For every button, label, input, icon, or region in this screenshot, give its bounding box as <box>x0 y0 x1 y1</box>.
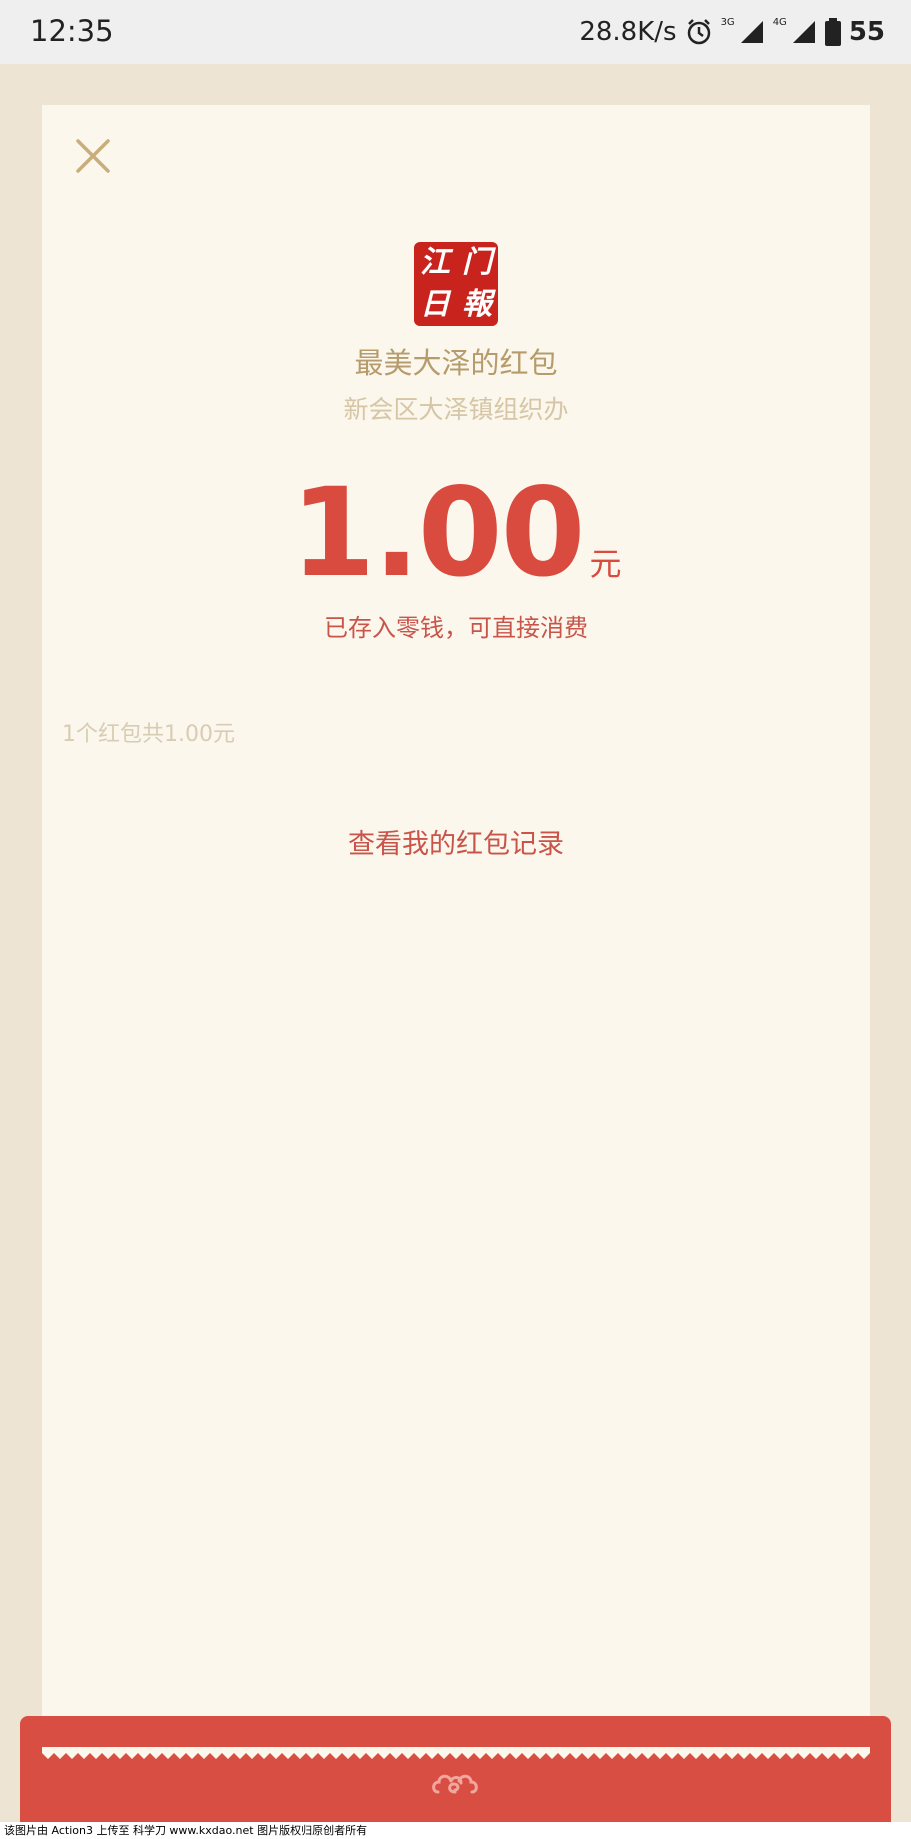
sender-logo: 江 门 日 報 <box>414 242 498 326</box>
amount-row: 1.00 元 <box>42 462 870 604</box>
logo-char: 日 <box>420 287 450 322</box>
status-indicators: 28.8K/s 3G 4G 55 <box>579 12 885 52</box>
status-bar: 12:35 28.8K/s 3G 4G 55 <box>0 0 911 64</box>
logo-char: 報 <box>462 287 492 322</box>
amount-value: 1.00 <box>290 462 585 604</box>
battery-icon <box>824 18 841 46</box>
alarm-icon <box>685 18 713 46</box>
zigzag-edge <box>42 1747 870 1759</box>
status-time: 12:35 <box>30 14 114 48</box>
network-speed: 28.8K/s <box>579 17 677 47</box>
cloud-ornament-icon <box>430 1770 480 1800</box>
network-label-3g: 3G <box>720 16 735 28</box>
logo-char: 江 <box>420 245 450 280</box>
watermark-text: 该图片由 Action3 上传至 科学刀 www.kxdao.net 图片版权归… <box>0 1822 911 1839</box>
sender-organization: 新会区大泽镇组织办 <box>343 395 569 424</box>
view-records-link[interactable]: 查看我的红包记录 <box>42 822 870 861</box>
signal-icon-2 <box>791 19 817 45</box>
signal-icon <box>739 19 765 45</box>
network-label-4g: 4G <box>772 16 787 28</box>
packet-summary: 1个红包共1.00元 <box>62 722 235 747</box>
red-packet-bottom <box>20 1716 891 1822</box>
battery-level: 55 <box>848 17 885 47</box>
logo-char: 门 <box>462 245 492 280</box>
close-icon[interactable] <box>70 133 116 179</box>
red-packet-card: 江 门 日 報 最美大泽的红包 新会区大泽镇组织办 1.00 元 已存入零钱，可… <box>42 105 870 1747</box>
amount-note: 已存入零钱，可直接消费 <box>324 614 588 642</box>
red-packet-title: 最美大泽的红包 <box>354 346 558 380</box>
amount-unit: 元 <box>589 545 622 583</box>
